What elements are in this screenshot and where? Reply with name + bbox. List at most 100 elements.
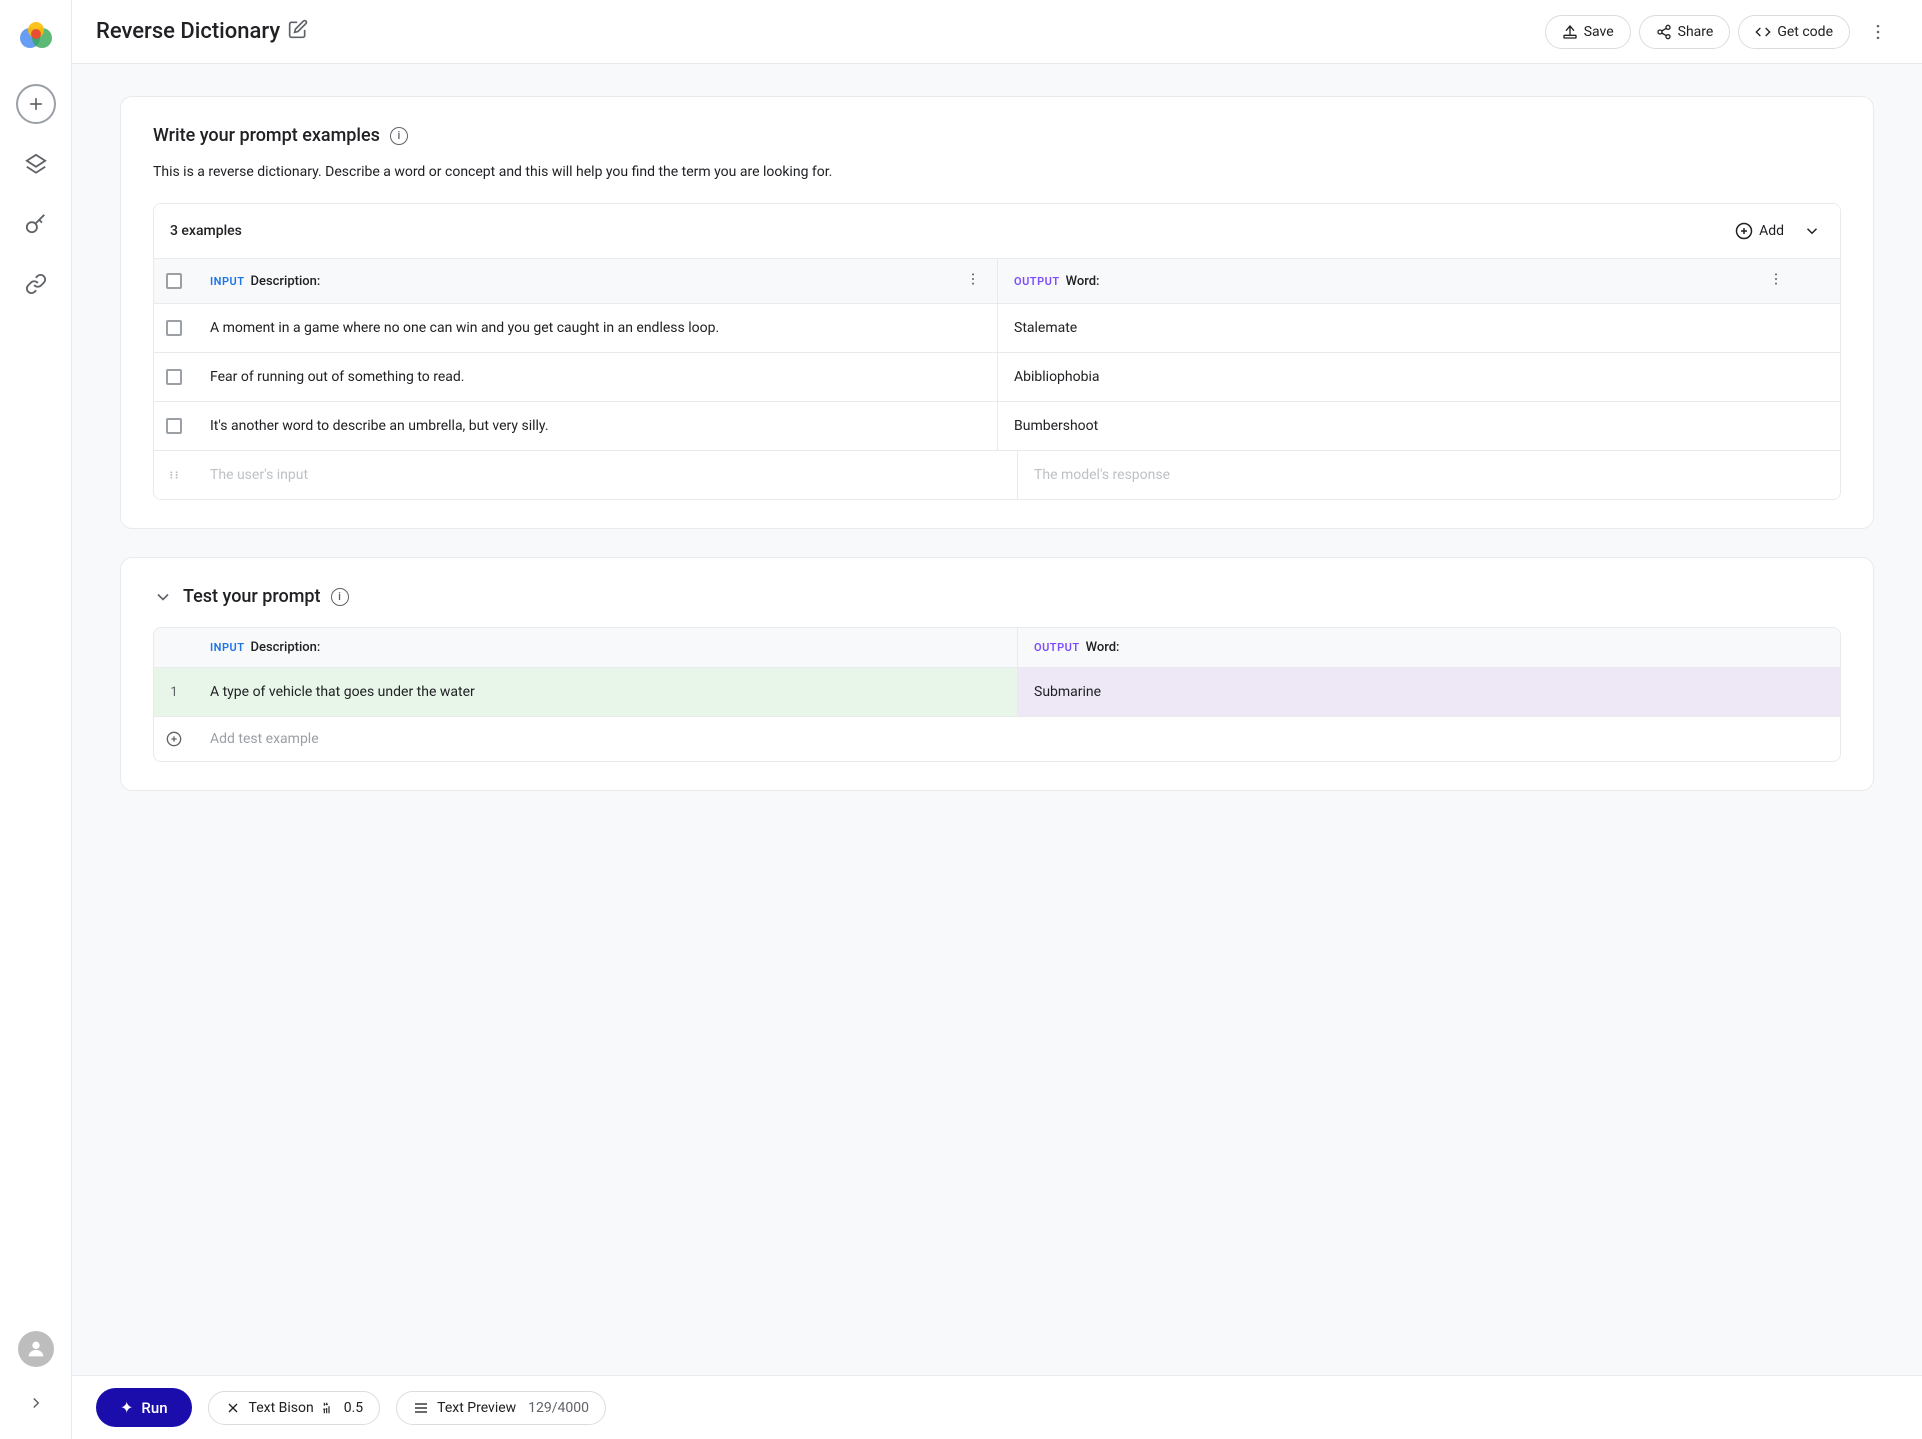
test-heading: Test your prompt: [183, 586, 321, 607]
header-checkbox[interactable]: [166, 273, 182, 289]
input-label: INPUT: [210, 275, 245, 288]
header: Reverse Dictionary Save: [72, 0, 1922, 64]
temperature-value: 0.5: [344, 1400, 363, 1416]
save-button[interactable]: Save: [1545, 15, 1631, 49]
prompt-description: This is a reverse dictionary. Describe a…: [153, 162, 1841, 183]
get-code-button[interactable]: Get code: [1738, 15, 1850, 49]
save-icon: [1562, 24, 1578, 40]
test-section: Test your prompt i INPUT Description: OU…: [120, 557, 1874, 791]
select-all-checkbox[interactable]: [154, 259, 194, 303]
section-title-prompt: Write your prompt examples i: [153, 125, 1841, 146]
get-code-label: Get code: [1777, 24, 1833, 40]
examples-count: 3 examples: [170, 223, 1719, 239]
run-sparkle-icon: ✦: [120, 1398, 133, 1417]
output-col-name: Word:: [1066, 274, 1100, 289]
token-count: 129/4000: [528, 1400, 589, 1416]
input-col-name: Description:: [251, 274, 321, 289]
table-header-row: 3 examples Add: [154, 204, 1840, 259]
drag-handle-icon: [154, 451, 194, 499]
row-1-input[interactable]: A moment in a game where no one can win …: [194, 304, 997, 352]
placeholder-row: The user's input The model's response: [154, 451, 1840, 499]
add-chevron-button[interactable]: [1800, 219, 1824, 243]
model-name: Text Bison: [249, 1400, 314, 1416]
row-1-checkbox[interactable]: [154, 304, 194, 352]
page-title: Reverse Dictionary: [96, 19, 280, 44]
row-3-input[interactable]: It's another word to describe an umbrell…: [194, 402, 997, 450]
test-col-headers: INPUT Description: OUTPUT Word:: [154, 628, 1840, 668]
test-section-title: Test your prompt i: [153, 586, 1841, 607]
more-options-button[interactable]: [1858, 12, 1898, 52]
test-header-spacer: [154, 628, 194, 667]
test-input-col: Description:: [251, 640, 321, 655]
prompt-examples-section: Write your prompt examples i This is a r…: [120, 96, 1874, 529]
prompt-section-heading: Write your prompt examples: [153, 125, 380, 146]
test-table: INPUT Description: OUTPUT Word: 1 A type…: [153, 627, 1841, 762]
bottom-bar: ✦ Run Text Bison 0.5 Text Preview: [72, 1375, 1922, 1439]
add-test-icon[interactable]: [154, 717, 194, 761]
test-output-header: OUTPUT Word:: [1017, 628, 1840, 667]
test-input-label: INPUT: [210, 641, 245, 654]
text-preview-button[interactable]: Text Preview 129/4000: [396, 1391, 606, 1425]
checkbox-1[interactable]: [166, 320, 182, 336]
app-logo[interactable]: [16, 16, 56, 56]
share-icon: [1656, 24, 1672, 40]
preview-lines-icon: [413, 1400, 429, 1416]
test-output-value[interactable]: Submarine: [1017, 668, 1840, 716]
test-info-icon[interactable]: i: [331, 588, 349, 606]
content-area: Write your prompt examples i This is a r…: [72, 64, 1922, 1375]
test-data-row: 1 A type of vehicle that goes under the …: [154, 668, 1840, 716]
row-3-checkbox[interactable]: [154, 402, 194, 450]
edit-title-icon[interactable]: [288, 19, 308, 44]
input-col-more[interactable]: [965, 271, 981, 291]
user-avatar[interactable]: [18, 1331, 54, 1367]
test-input-header: INPUT Description:: [194, 628, 1017, 667]
add-new-icon[interactable]: [16, 84, 56, 124]
output-col-more[interactable]: [1768, 271, 1784, 291]
row-2-output[interactable]: Abibliophobia: [997, 353, 1800, 401]
output-col-header: OUTPUT Word:: [997, 259, 1800, 303]
placeholder-output[interactable]: The model's response: [1017, 451, 1840, 499]
sidebar: [0, 0, 72, 1439]
row-2-checkbox[interactable]: [154, 353, 194, 401]
table-row: A moment in a game where no one can win …: [154, 304, 1840, 353]
placeholder-input[interactable]: The user's input: [194, 451, 1017, 499]
examples-table: 3 examples Add: [153, 203, 1841, 500]
row-1-output[interactable]: Stalemate: [997, 304, 1800, 352]
share-button[interactable]: Share: [1639, 15, 1731, 49]
input-col-header: INPUT Description:: [194, 259, 997, 303]
sidebar-expand-arrow[interactable]: [16, 1383, 56, 1423]
main-area: Reverse Dictionary Save: [72, 0, 1922, 1439]
row-2-input[interactable]: Fear of running out of something to read…: [194, 353, 997, 401]
column-headers: INPUT Description: OUTPUT Word:: [154, 259, 1840, 304]
key-icon[interactable]: [16, 204, 56, 244]
code-icon: [1755, 24, 1771, 40]
more-icon: [1868, 22, 1888, 42]
test-output-col: Word:: [1086, 640, 1120, 655]
model-selector[interactable]: Text Bison 0.5: [208, 1391, 381, 1425]
collapse-icon[interactable]: [153, 587, 173, 607]
table-row: Fear of running out of something to read…: [154, 353, 1840, 402]
add-test-example-text[interactable]: Add test example: [194, 717, 1840, 761]
add-circle-icon: [1735, 222, 1753, 240]
output-label: OUTPUT: [1014, 275, 1060, 288]
add-test-example-row[interactable]: Add test example: [154, 716, 1840, 761]
test-input-value[interactable]: A type of vehicle that goes under the wa…: [194, 668, 1017, 716]
header-title-area: Reverse Dictionary: [96, 19, 1545, 44]
share-label: Share: [1678, 24, 1714, 40]
row-3-output[interactable]: Bumbershoot: [997, 402, 1800, 450]
checkbox-2[interactable]: [166, 369, 182, 385]
run-button[interactable]: ✦ Run: [96, 1388, 192, 1427]
prompt-info-icon[interactable]: i: [390, 127, 408, 145]
add-label: Add: [1759, 223, 1784, 239]
test-row-number: 1: [154, 668, 194, 716]
model-x-icon: [225, 1400, 241, 1416]
checkbox-3[interactable]: [166, 418, 182, 434]
run-label: Run: [141, 1399, 167, 1417]
layers-icon[interactable]: [16, 144, 56, 184]
header-actions: Save Share Get code: [1545, 12, 1898, 52]
table-row: It's another word to describe an umbrell…: [154, 402, 1840, 451]
preview-label: Text Preview: [437, 1400, 516, 1416]
temperature-icon: [322, 1401, 336, 1415]
add-example-button[interactable]: Add: [1719, 216, 1800, 246]
link-icon[interactable]: [16, 264, 56, 304]
